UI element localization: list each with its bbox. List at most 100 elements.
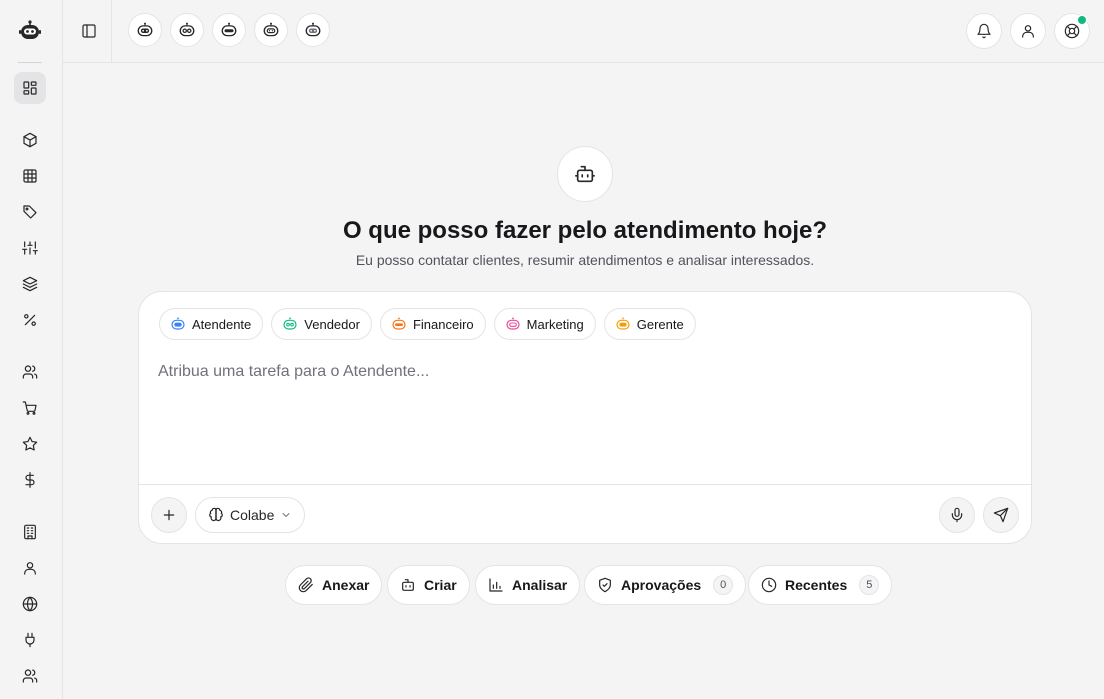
sidebar-item-company[interactable] (14, 516, 46, 548)
sidebar-item-products[interactable] (14, 124, 46, 156)
agent-tab-label: Financeiro (412, 316, 474, 332)
page-subtitle: Eu posso contatar clientes, resumir aten… (355, 252, 815, 268)
agent-tab-label: Gerente (636, 316, 684, 332)
sidebar-toggle-button[interactable] (77, 19, 101, 43)
percent-icon (24, 314, 36, 326)
bot-vendedor-icon (179, 22, 195, 37)
send-icon (993, 507, 1009, 523)
header-agent-marketing[interactable] (254, 13, 288, 47)
sidebar (0, 0, 63, 699)
approvals-button[interactable]: Aprovações 0 (584, 565, 747, 605)
package-icon (23, 132, 37, 148)
add-button[interactable] (151, 497, 187, 533)
users-icon (22, 365, 38, 379)
model-select[interactable]: Colabe (195, 497, 306, 533)
sidebar-item-team[interactable] (14, 660, 46, 692)
sidebar-divider (18, 62, 42, 63)
header-agent-gerente[interactable] (296, 13, 330, 47)
header-agent-financeiro[interactable] (212, 13, 246, 47)
recent-button[interactable]: Recentes 5 (748, 565, 893, 605)
sidebar-item-finance[interactable] (14, 464, 46, 496)
paperclip-icon (298, 577, 313, 593)
dollar-icon (25, 472, 35, 488)
bot-financeiro-icon (221, 22, 237, 37)
analyze-label: Analisar (512, 577, 568, 593)
globe-icon (22, 596, 38, 612)
dashboard-icon (23, 81, 37, 95)
team-icon (22, 669, 38, 683)
agent-selector: Atendente Vendedor Financeiro Marketing … (159, 308, 696, 340)
agent-tab-gerente[interactable]: Gerente (603, 308, 696, 340)
plug-icon (25, 632, 35, 648)
agent-tab-financeiro[interactable]: Financeiro (379, 308, 486, 340)
sidebar-item-table[interactable] (14, 160, 46, 192)
agent-tab-label: Vendedor (304, 316, 360, 332)
shield-check-icon (599, 577, 611, 593)
sidebar-item-integrations[interactable] (14, 624, 46, 656)
header-divider (111, 0, 112, 62)
help-button[interactable] (1054, 13, 1090, 49)
sidebar-item-favorites[interactable] (14, 428, 46, 460)
agent-tab-label: Atendente (192, 316, 252, 332)
building-icon (24, 524, 36, 540)
brain-icon (209, 507, 223, 522)
task-composer: Atendente Vendedor Financeiro Marketing … (138, 291, 1032, 544)
sidebar-item-orders[interactable] (14, 392, 46, 424)
agent-tab-atendente[interactable]: Atendente (159, 308, 264, 340)
bot-gerente-icon (305, 22, 321, 37)
bot-atendente-icon (171, 317, 185, 330)
bot-gerente-icon (616, 317, 630, 330)
analyze-button[interactable]: Analisar (475, 565, 581, 605)
layers-icon (22, 276, 38, 292)
bot-marketing-icon (263, 22, 279, 37)
header-agent-vendedor[interactable] (170, 13, 204, 47)
account-button[interactable] (1010, 13, 1046, 49)
bot-financeiro-icon (392, 317, 406, 330)
bot-logo-icon[interactable] (18, 19, 42, 43)
agent-tab-label: Marketing (526, 316, 584, 332)
model-select-value: Colabe (230, 507, 275, 523)
bar-chart-icon (489, 578, 503, 592)
online-status-dot (1077, 15, 1087, 25)
bot-atendente-icon (137, 22, 153, 37)
bot-vendedor-icon (283, 317, 297, 330)
header-agent-atendente[interactable] (128, 13, 162, 47)
recent-label: Recentes (785, 577, 848, 593)
sidebar-item-customers[interactable] (14, 356, 46, 388)
sidebar-item-profile[interactable] (14, 552, 46, 584)
recent-count-badge: 5 (859, 575, 880, 595)
user-icon (24, 562, 36, 575)
approvals-label: Aprovações (621, 577, 702, 593)
task-input[interactable] (158, 360, 998, 384)
approvals-count-badge: 0 (713, 575, 734, 595)
attach-button[interactable]: Anexar (285, 565, 383, 605)
create-label: Criar (424, 577, 457, 593)
grid-table-icon (23, 169, 37, 183)
help-lifebuoy-icon (1064, 23, 1080, 39)
bot-icon (402, 579, 414, 591)
agent-tab-marketing[interactable]: Marketing (493, 308, 596, 340)
voice-input-button[interactable] (939, 497, 975, 533)
page-title: O que posso fazer pelo atendimento hoje? (342, 217, 828, 244)
cart-icon (22, 401, 37, 415)
sidebar-item-dashboard[interactable] (14, 72, 46, 104)
sidebar-item-web[interactable] (14, 588, 46, 620)
notifications-button[interactable] (966, 13, 1002, 49)
clock-icon (761, 577, 777, 593)
agent-tab-vendedor[interactable]: Vendedor (271, 308, 372, 340)
chevron-down-icon (282, 513, 290, 517)
hero-bot-icon (557, 146, 613, 202)
microphone-icon (951, 507, 963, 523)
star-icon (22, 436, 38, 451)
create-button[interactable]: Criar (387, 565, 470, 605)
sidebar-item-layers[interactable] (14, 268, 46, 300)
panel-left-icon (82, 24, 96, 38)
attach-label: Anexar (322, 577, 370, 593)
sidebar-item-discounts[interactable] (14, 304, 46, 336)
top-header (63, 0, 1104, 63)
user-icon (1022, 25, 1034, 38)
plus-icon (163, 509, 175, 521)
bell-icon (977, 23, 991, 39)
send-button[interactable] (983, 497, 1019, 533)
bot-marketing-icon (506, 317, 520, 330)
